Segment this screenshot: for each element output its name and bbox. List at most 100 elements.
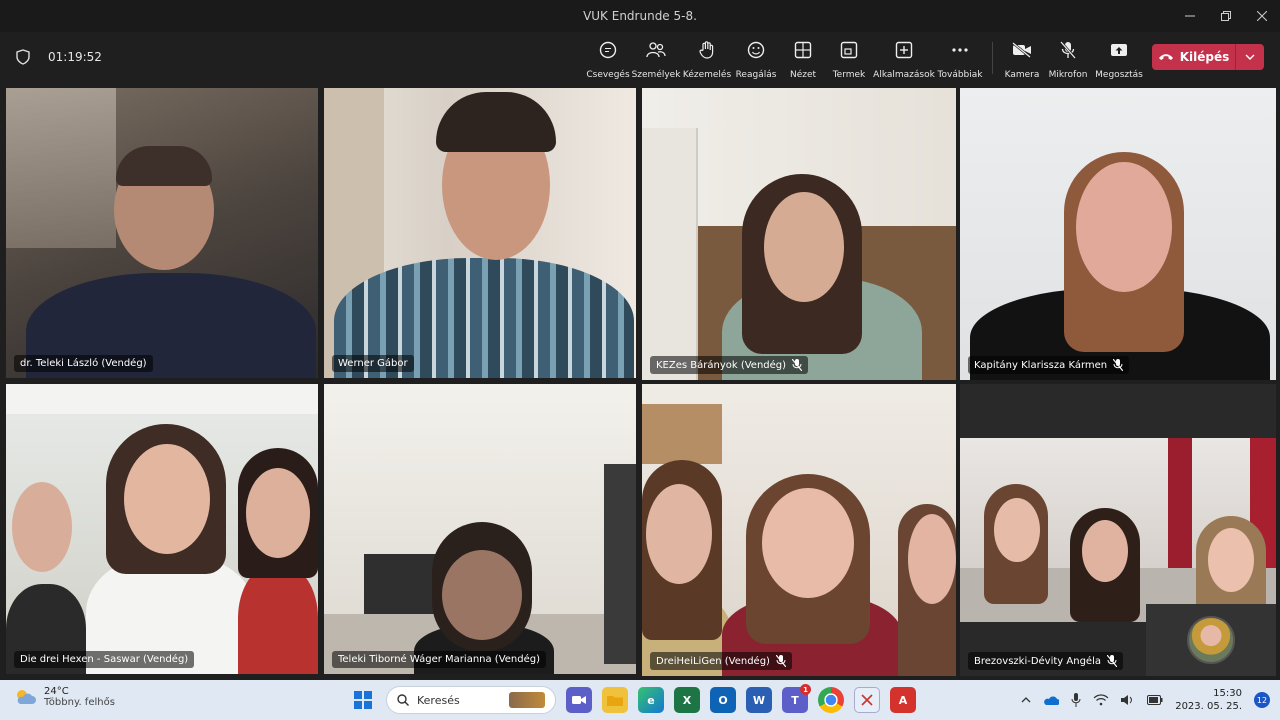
participant-name-tag: dr. Teleki László (Vendég) <box>14 355 153 372</box>
snipping-tool-icon[interactable] <box>854 687 880 713</box>
mic-muted-icon <box>792 359 803 371</box>
hand-icon <box>697 40 717 60</box>
weather-widget[interactable]: 24°C Többny. felhős <box>14 686 115 708</box>
smiley-icon <box>746 40 766 60</box>
video-tile[interactable]: Kapitány Klarissza Kármen <box>960 88 1276 380</box>
video-tile[interactable]: DreiHeiLiGen (Vendég) <box>642 384 956 676</box>
battery-icon[interactable] <box>1147 695 1163 705</box>
search-highlight-icon <box>509 692 545 708</box>
volume-icon[interactable] <box>1121 694 1135 706</box>
meeting-info: 01:19:52 <box>16 49 102 65</box>
outlook-icon[interactable]: O <box>710 687 736 713</box>
clock[interactable]: 15:30 2023. 05. 25. <box>1175 687 1242 713</box>
video-tile[interactable]: KEZes Bárányok (Vendég) <box>642 88 956 380</box>
participant-name-tag: Kapitány Klarissza Kármen <box>968 356 1130 374</box>
leave-label: Kilépés <box>1179 50 1230 64</box>
acrobat-icon[interactable]: A <box>890 687 916 713</box>
video-tile[interactable]: dr. Teleki László (Vendég) <box>6 88 318 378</box>
grid-view-icon <box>793 40 813 60</box>
start-button[interactable] <box>350 687 376 713</box>
apps-label: Alkalmazások <box>873 70 935 80</box>
people-label: Személyek <box>631 70 681 80</box>
wifi-icon[interactable] <box>1093 694 1109 706</box>
restore-button[interactable] <box>1208 0 1244 32</box>
windows-logo-icon <box>354 691 372 709</box>
close-icon <box>1257 11 1267 21</box>
share-icon <box>1109 40 1129 60</box>
apps-button[interactable]: Alkalmazások <box>873 40 935 80</box>
rooms-icon <box>839 40 859 60</box>
meeting-timer: 01:19:52 <box>48 50 102 64</box>
avatar <box>1187 616 1235 664</box>
leave-main[interactable]: Kilépés <box>1152 50 1235 64</box>
restore-icon <box>1221 11 1231 21</box>
video-tile[interactable]: Werner Gábor <box>324 88 636 378</box>
react-button[interactable]: Reagálás <box>736 40 776 80</box>
share-label: Megosztás <box>1095 70 1143 80</box>
chat-button[interactable]: Csevegés <box>586 40 630 80</box>
edge-browser-icon[interactable]: e <box>638 687 664 713</box>
microphone-icon[interactable] <box>1071 693 1081 707</box>
windows-taskbar: 24°C Többny. felhős Keresés e X O W T1 A… <box>0 680 1280 720</box>
clock-date: 2023. 05. 25. <box>1175 701 1242 712</box>
leave-button[interactable]: Kilépés <box>1152 44 1264 70</box>
minimize-icon <box>1185 15 1195 17</box>
close-button[interactable] <box>1244 0 1280 32</box>
chevron-down-icon <box>1245 54 1255 60</box>
video-tile[interactable]: Die drei Hexen - Saswar (Vendég) <box>6 384 318 674</box>
taskbar-search[interactable]: Keresés <box>386 686 556 714</box>
rooms-label: Termek <box>832 70 866 80</box>
search-icon <box>397 694 409 706</box>
mic-muted-icon <box>775 655 786 667</box>
chevron-up-icon[interactable] <box>1021 697 1031 703</box>
camera-button[interactable]: Kamera <box>1004 40 1040 80</box>
participant-name-tag: KEZes Bárányok (Vendég) <box>650 356 809 374</box>
excel-icon[interactable]: X <box>674 687 700 713</box>
self-view[interactable] <box>1146 604 1276 676</box>
shield-icon <box>16 49 30 65</box>
rooms-button[interactable]: Termek <box>832 40 866 80</box>
weather-desc: Többny. felhős <box>44 697 115 708</box>
window-title: VUK Endrunde 5-8. <box>583 9 697 23</box>
window-controls <box>1172 0 1280 32</box>
share-button[interactable]: Megosztás <box>1095 40 1143 80</box>
view-button[interactable]: Nézet <box>786 40 820 80</box>
leave-dropdown[interactable] <box>1236 54 1264 60</box>
weather-temp: 24°C <box>44 686 69 697</box>
raise-hand-button[interactable]: Kézemelés <box>683 40 731 80</box>
notification-badge[interactable]: 12 <box>1254 692 1270 708</box>
file-explorer-icon[interactable] <box>602 687 628 713</box>
teams-badge: 1 <box>800 684 811 695</box>
more-label: Továbbiak <box>937 70 983 80</box>
participant-name-tag: Werner Gábor <box>332 355 414 372</box>
people-button[interactable]: Személyek <box>631 40 681 80</box>
camera-label: Kamera <box>1004 70 1040 80</box>
more-button[interactable]: Továbbiak <box>937 40 983 80</box>
cloud-sun-icon <box>17 690 36 704</box>
view-label: Nézet <box>789 70 817 80</box>
camera-off-icon <box>1012 40 1032 60</box>
video-tile[interactable]: Teleki Tiborné Wáger Marianna (Vendég) <box>324 384 636 674</box>
chrome-icon[interactable] <box>818 687 844 713</box>
mic-label: Mikrofon <box>1048 70 1088 80</box>
toolbar-divider <box>992 42 993 74</box>
onedrive-icon[interactable] <box>1043 695 1060 705</box>
chat-icon <box>598 40 618 60</box>
word-icon[interactable]: W <box>746 687 772 713</box>
add-app-icon <box>894 40 914 60</box>
minimize-button[interactable] <box>1172 0 1208 32</box>
participant-name-tag: DreiHeiLiGen (Vendég) <box>650 652 792 670</box>
taskbar-apps: Keresés e X O W T1 A <box>350 684 916 716</box>
participant-name-tag: Brezovszki-Dévity Angéla <box>968 652 1123 670</box>
participant-name-tag: Die drei Hexen - Saswar (Vendég) <box>14 651 195 668</box>
teams-icon[interactable]: T1 <box>782 684 811 713</box>
participant-name-tag: Teleki Tiborné Wáger Marianna (Vendég) <box>332 651 547 668</box>
chat-label: Csevegés <box>586 70 630 80</box>
meet-app-icon[interactable] <box>566 687 592 713</box>
more-icon <box>950 40 970 60</box>
title-bar: VUK Endrunde 5-8. <box>0 0 1280 32</box>
phone-hangup-icon <box>1158 54 1173 60</box>
mic-button[interactable]: Mikrofon <box>1048 40 1088 80</box>
video-tile[interactable]: Brezovszki-Dévity Angéla <box>960 384 1276 676</box>
search-placeholder: Keresés <box>417 693 460 707</box>
